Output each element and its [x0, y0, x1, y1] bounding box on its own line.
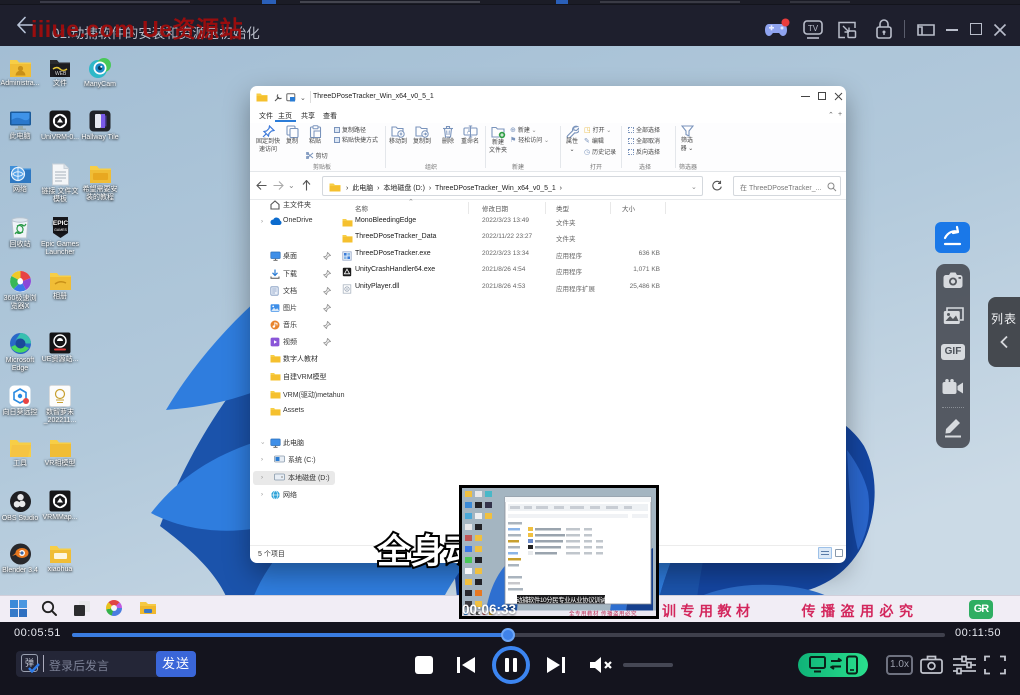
- svg-text:EPIC: EPIC: [52, 220, 67, 227]
- svg-text:GAMES: GAMES: [54, 228, 67, 232]
- svg-text:WEB: WEB: [55, 71, 67, 77]
- svg-text:TV: TV: [808, 24, 819, 33]
- svg-text:A: A: [467, 130, 471, 136]
- svg-text:动捕软件10分民专业从业协议训诫: 动捕软件10分民专业从业协议训诫: [516, 595, 607, 604]
